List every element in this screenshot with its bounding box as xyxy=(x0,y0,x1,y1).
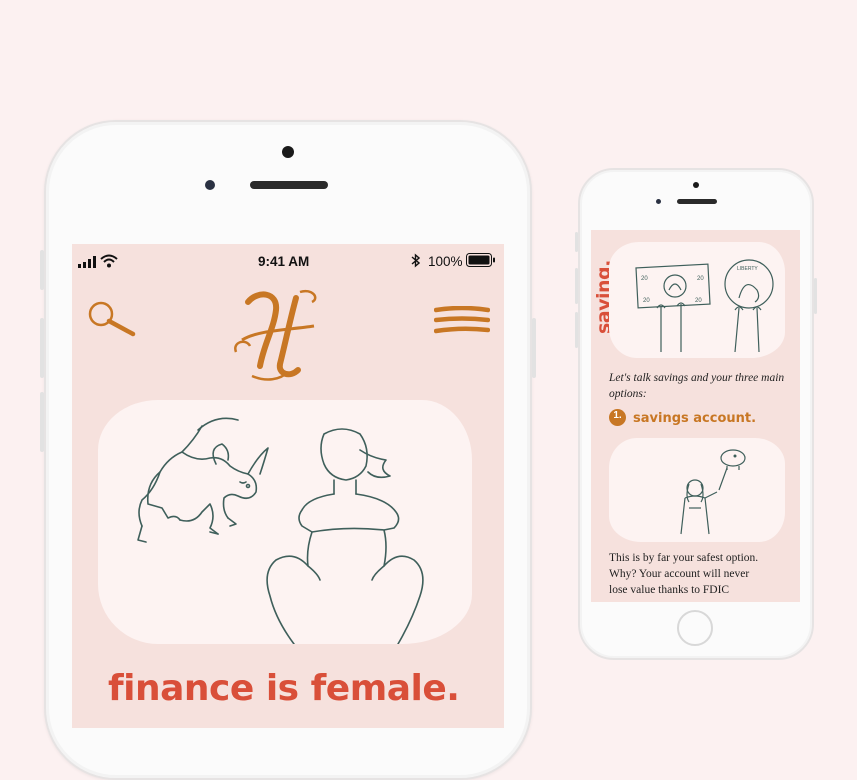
search-icon[interactable] xyxy=(86,300,136,345)
small-mute-switch xyxy=(575,232,578,252)
front-camera xyxy=(205,180,215,190)
large-phone-screen: 9:41 AM 100% H xyxy=(72,244,504,728)
volume-down-button xyxy=(40,392,44,452)
earpiece-speaker xyxy=(250,181,328,189)
mute-switch xyxy=(40,250,44,290)
bill-value-bottom-left: 20 xyxy=(643,298,650,304)
small-phone-screen: saving. 20 20 20 20 LIBERTY Let's talk s… xyxy=(591,230,800,602)
wifi-icon xyxy=(100,254,118,273)
body-text-line-2: Why? Your account will never xyxy=(609,568,750,580)
body-text-line-3: lose value thanks to FDIC xyxy=(609,584,730,596)
small-volume-down-button xyxy=(575,312,578,348)
intro-text: Let's talk savings and your three main o… xyxy=(609,372,785,400)
signal-icon xyxy=(78,255,96,273)
battery-percentage: 100% xyxy=(428,254,463,269)
home-button[interactable] xyxy=(677,610,713,646)
logo-monogram-icon xyxy=(234,289,317,381)
battery-icon xyxy=(466,253,496,273)
body-text: This is by far your safest option. Why? … xyxy=(609,550,799,598)
status-time: 9:41 AM xyxy=(258,254,310,269)
piggy-bank-illustration xyxy=(609,438,785,542)
hamburger-menu-icon[interactable] xyxy=(433,305,491,341)
money-illustration: 20 20 20 20 LIBERTY xyxy=(609,242,785,358)
coin-liberty-text: LIBERTY xyxy=(737,266,758,272)
option-number-badge: 1. xyxy=(609,409,626,426)
small-power-button xyxy=(814,278,817,314)
body-text-line-1: This is by far your safest option. xyxy=(609,552,759,564)
small-front-camera xyxy=(656,199,661,204)
small-earpiece-speaker xyxy=(677,199,717,204)
volume-up-button xyxy=(40,318,44,378)
hero-illustration xyxy=(98,400,472,645)
bill-and-coin-illustration-icon: 20 20 20 20 LIBERTY xyxy=(635,259,774,353)
option-savings-account[interactable]: savings account. xyxy=(633,411,756,426)
bill-value-left: 20 xyxy=(641,276,648,282)
logo[interactable]: H xyxy=(228,284,328,384)
headline: finance is female. xyxy=(108,668,460,709)
small-proximity-sensor xyxy=(693,182,699,188)
small-volume-up-button xyxy=(575,268,578,304)
power-button xyxy=(532,318,536,378)
bull-and-woman-illustration-icon xyxy=(137,417,424,645)
option-number: 1. xyxy=(613,410,622,421)
bill-value-right: 20 xyxy=(697,276,704,282)
bill-value-bottom-right: 20 xyxy=(695,298,702,304)
proximity-sensor xyxy=(282,146,294,158)
bluetooth-icon xyxy=(411,253,421,273)
woman-with-piggy-bank-illustration-icon xyxy=(680,449,746,535)
